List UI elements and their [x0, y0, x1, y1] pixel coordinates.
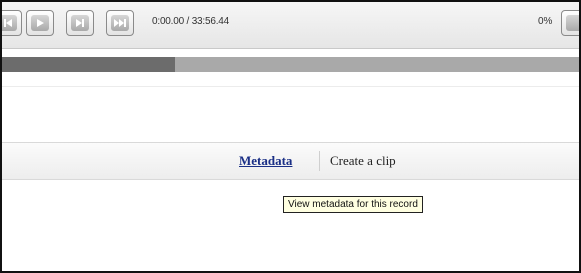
- create-clip-link[interactable]: Create a clip: [330, 153, 396, 169]
- previous-icon: [2, 15, 17, 31]
- fullscreen-icon: [566, 15, 579, 31]
- fast-forward-icon: [111, 15, 129, 31]
- record-toolbar: Metadata Create a clip: [2, 142, 579, 180]
- toolbar-divider: [319, 151, 320, 171]
- viewer-frame: 0:00.00 / 33:56.44 0% Metadata Create a …: [0, 0, 581, 273]
- fullscreen-button[interactable]: [561, 10, 579, 36]
- metadata-link[interactable]: Metadata: [239, 153, 292, 169]
- previous-button[interactable]: [2, 10, 22, 36]
- play-button[interactable]: [26, 10, 54, 36]
- play-icon: [31, 15, 49, 31]
- progress-bar[interactable]: [2, 57, 579, 72]
- step-forward-button[interactable]: [66, 10, 94, 36]
- metadata-tooltip: View metadata for this record: [283, 196, 423, 213]
- content-area: [2, 86, 579, 143]
- progress-fill: [2, 57, 176, 72]
- step-forward-icon: [71, 15, 89, 31]
- fast-forward-button[interactable]: [106, 10, 134, 36]
- media-player-bar: 0:00.00 / 33:56.44 0%: [2, 2, 579, 49]
- volume-percent: 0%: [538, 16, 553, 27]
- time-display: 0:00.00 / 33:56.44: [152, 16, 230, 27]
